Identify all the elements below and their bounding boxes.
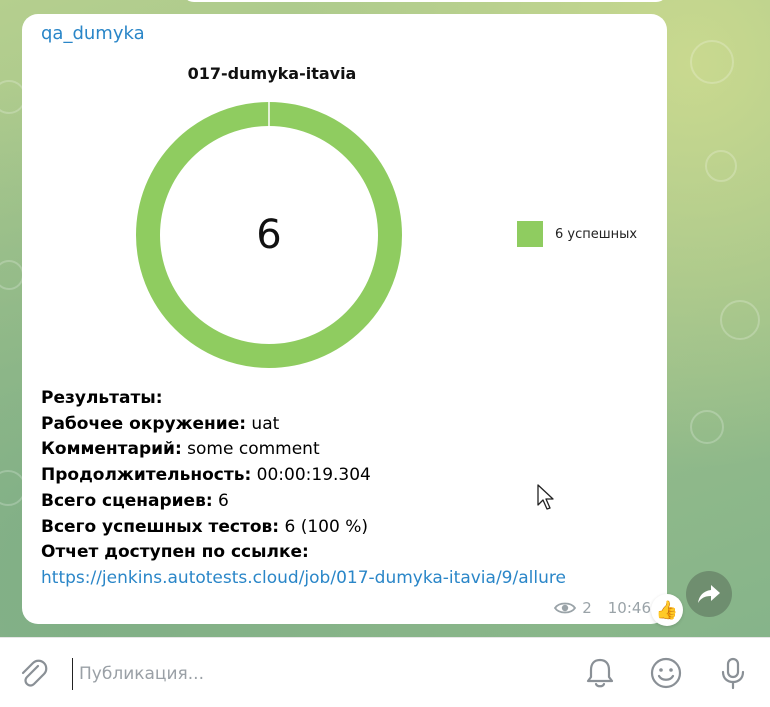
chart-legend: 6 успешных	[517, 221, 637, 247]
report-text: Результаты: Рабочее окружение: uat Комме…	[41, 386, 566, 592]
report-row-duration: Продолжительность: 00:00:19.304	[41, 465, 371, 486]
report-row-environment: Рабочее окружение: uat	[41, 413, 280, 434]
chat-background: qa_dumyka 017-dumyka-itavia 6 6 успешных…	[0, 0, 770, 637]
background-doodle	[0, 260, 24, 290]
background-doodle	[720, 300, 760, 340]
share-arrow-icon	[698, 585, 720, 603]
background-doodle	[705, 150, 737, 182]
report-row-passed: Всего успешных тестов: 6 (100 %)	[41, 516, 368, 537]
message-meta: 2 10:46	[554, 599, 651, 617]
message-time: 10:46	[607, 599, 651, 617]
message-input[interactable]	[72, 658, 571, 690]
mouse-cursor-icon	[537, 484, 554, 510]
paperclip-icon[interactable]	[16, 657, 50, 691]
legend-label: 6 успешных	[555, 226, 638, 242]
report-row-comment: Комментарий: some comment	[41, 439, 320, 460]
report-row-link-label: Отчет доступен по ссылке:	[41, 542, 309, 563]
views-count: 2	[582, 599, 592, 617]
report-row-results: Результаты:	[41, 388, 163, 408]
chart-center-value: 6	[256, 212, 282, 258]
legend-swatch	[517, 221, 543, 247]
chart-title: 017-dumyka-itavia	[187, 64, 357, 83]
previous-message-bubble	[182, 0, 668, 2]
message-composer	[0, 637, 770, 707]
background-doodle	[690, 40, 734, 84]
thumbs-up-reaction[interactable]: 👍	[651, 594, 683, 626]
report-row-link: https://jenkins.autotests.cloud/job/017-…	[41, 566, 566, 592]
bell-icon[interactable]	[582, 655, 618, 691]
emoji-icon[interactable]	[648, 655, 684, 691]
report-row-scenarios: Всего сценариев: 6	[41, 490, 229, 511]
share-button[interactable]	[686, 571, 732, 617]
background-doodle	[690, 410, 724, 444]
allure-report-link[interactable]: https://jenkins.autotests.cloud/job/017-…	[41, 568, 566, 588]
message-bubble: qa_dumyka 017-dumyka-itavia 6 6 успешных…	[22, 14, 667, 624]
microphone-icon[interactable]	[715, 655, 751, 691]
views-eye-icon	[554, 602, 577, 614]
message-author[interactable]: qa_dumyka	[41, 23, 145, 44]
